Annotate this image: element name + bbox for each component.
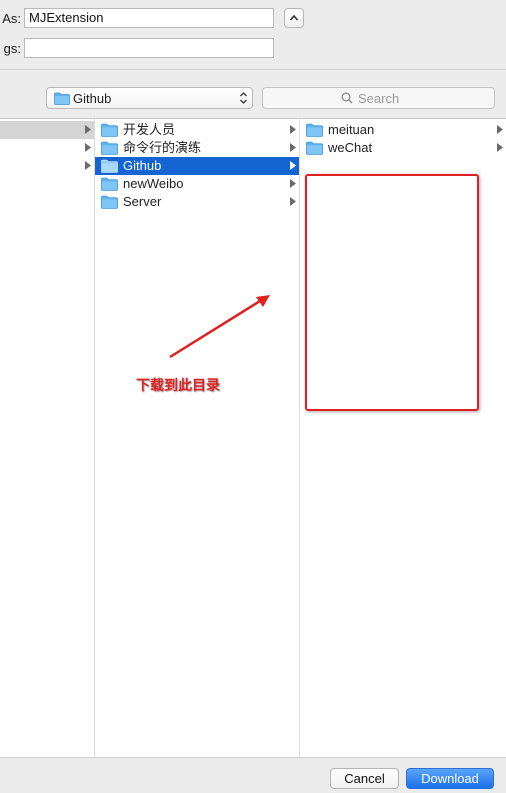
folder-name: 命令行的演练 xyxy=(123,140,202,155)
folder-row[interactable]: 开发人员 xyxy=(95,121,299,139)
tags-field[interactable] xyxy=(24,38,274,58)
folder-icon xyxy=(101,177,118,191)
save-options-panel: As: MJExtension gs: Github Search xyxy=(0,0,506,119)
chevron-right-icon xyxy=(497,143,503,152)
panel-divider xyxy=(0,69,506,70)
chevron-right-icon xyxy=(290,125,296,134)
folder-name: 开发人员 xyxy=(123,122,176,137)
chevron-right-icon xyxy=(290,197,296,206)
column-1-row[interactable] xyxy=(0,139,94,157)
cancel-button[interactable]: Cancel xyxy=(330,768,399,789)
folder-icon xyxy=(101,141,118,155)
folder-icon xyxy=(306,141,323,155)
browser-column-2: 开发人员 命令行的演练 Github newWeibo Server xyxy=(95,119,299,757)
chevron-right-icon xyxy=(85,125,91,134)
magnifier-icon xyxy=(341,92,353,104)
tags-label: gs: xyxy=(3,41,21,56)
folder-icon xyxy=(306,123,323,137)
folder-row-selected[interactable]: Github xyxy=(95,157,299,175)
updown-chevron-icon xyxy=(240,92,247,104)
search-field[interactable]: Search xyxy=(262,87,495,109)
save-as-label: As: xyxy=(2,11,21,26)
location-popup[interactable]: Github xyxy=(46,87,253,109)
dialog-button-bar: Cancel Download xyxy=(0,757,506,793)
annotation-highlight-box xyxy=(305,174,479,411)
annotation-label: 下载到此目录 xyxy=(136,377,220,393)
search-placeholder: Search xyxy=(358,91,400,106)
chevron-up-icon xyxy=(289,14,299,21)
folder-name: newWeibo xyxy=(123,176,184,191)
folder-row[interactable]: newWeibo xyxy=(95,175,299,193)
annotation-arrow-icon xyxy=(169,295,270,359)
folder-row[interactable]: Server xyxy=(95,193,299,211)
chevron-right-icon xyxy=(290,161,296,170)
folder-icon xyxy=(101,123,118,137)
chevron-right-icon xyxy=(85,143,91,152)
folder-name: Github xyxy=(123,158,162,173)
chevron-right-icon xyxy=(290,143,296,152)
chevron-right-icon xyxy=(290,179,296,188)
folder-row[interactable]: 命令行的演练 xyxy=(95,139,299,157)
folder-row[interactable]: meituan xyxy=(300,121,506,139)
location-popup-label: Github xyxy=(73,91,112,106)
folder-icon xyxy=(101,159,118,173)
folder-icon xyxy=(54,92,70,105)
column-1-row[interactable] xyxy=(0,121,94,139)
folder-name: meituan xyxy=(328,122,375,137)
column-1-row[interactable] xyxy=(0,157,94,175)
folder-name: Server xyxy=(123,194,162,209)
chevron-right-icon xyxy=(85,161,91,170)
expand-button[interactable] xyxy=(284,8,304,28)
browser-column-1 xyxy=(0,119,94,757)
chevron-right-icon xyxy=(497,125,503,134)
save-as-field[interactable]: MJExtension xyxy=(24,8,274,28)
folder-row[interactable]: weChat xyxy=(300,139,506,157)
folder-icon xyxy=(101,195,118,209)
folder-name: weChat xyxy=(328,140,373,155)
download-button[interactable]: Download xyxy=(406,768,494,789)
